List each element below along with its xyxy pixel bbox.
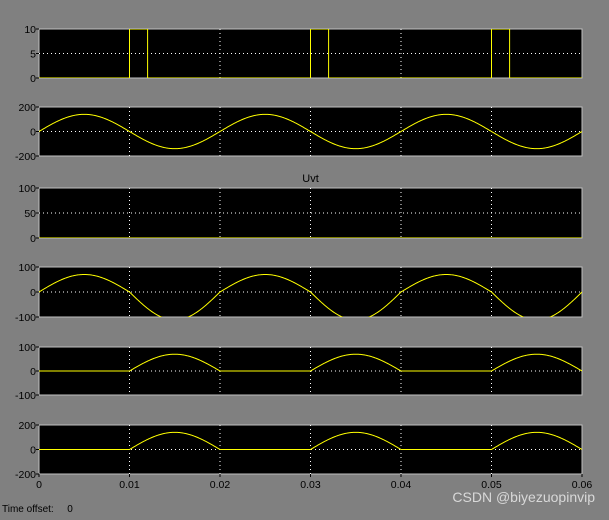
y-tick-label: 50 [24,208,36,220]
y-tick-label: 0 [30,366,36,378]
time-offset-label: Time offset: 0 [2,504,73,515]
x-tick-label: 0.02 [210,479,231,491]
watermark: CSDN @biyezuopinvip [452,489,595,505]
scope-panel-1: 0 5 10 [24,24,583,85]
y-tick-label: 0 [30,287,36,299]
y-tick-label: 0 [30,73,36,85]
x-tick-label: 0.03 [300,479,321,491]
y-tick-label: 0 [30,127,36,139]
time-offset-value: 0 [67,504,73,515]
y-tick-label: -100 [15,390,36,402]
y-tick-label: 100 [18,183,36,195]
y-tick-label: 100 [18,342,36,354]
x-tick-label: 0 [36,479,42,491]
x-tick-label: 0.04 [391,479,412,491]
time-offset-text: Time offset: [2,504,54,515]
scope-panel-3: 0 50 100 Uvt [18,173,583,245]
scope-panel-6: -20002000 0.01 0.02 0.03 0.04 0.05 0.06 [15,420,592,491]
scope-figure: 0510-2000200050100Uvt-1000100-1000100-20… [15,24,592,491]
x-tick-label: 0.01 [119,479,140,491]
y-tick-label: 0 [30,445,36,457]
y-tick-label: -200 [15,469,36,481]
y-tick-label: -200 [15,151,36,163]
y-tick-label: -100 [15,312,36,324]
panel-title: Uvt [302,173,319,185]
y-tick-label: 5 [30,49,36,61]
y-tick-label: 200 [18,420,36,432]
y-tick-label: 100 [18,262,36,274]
y-tick-label: 10 [24,24,36,36]
y-tick-label: 0 [30,233,36,245]
scope-panel-2: -200 0 200 [15,102,583,163]
y-tick-label: 200 [18,102,36,114]
scope-panel-4: -100 0 100 [15,262,583,324]
scope-panel-5: -100 0 100 [15,342,583,402]
